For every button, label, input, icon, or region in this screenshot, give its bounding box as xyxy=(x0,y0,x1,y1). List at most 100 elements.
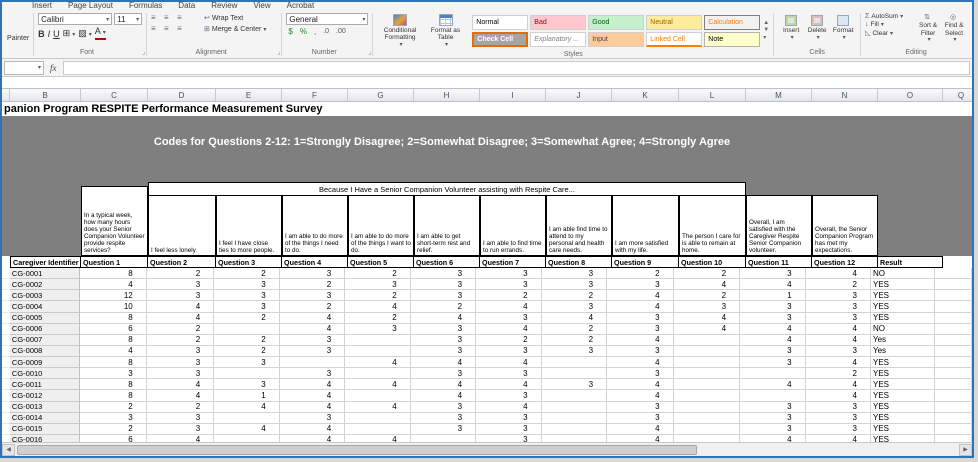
trailing-cell[interactable] xyxy=(935,413,972,424)
value-cell[interactable]: 3 xyxy=(607,346,673,357)
bold-button[interactable]: B xyxy=(38,29,45,39)
value-cell[interactable]: 4 xyxy=(607,335,673,346)
gallery-up-icon[interactable]: ▲ xyxy=(763,20,769,26)
result-cell[interactable]: YES xyxy=(871,379,935,390)
value-cell[interactable]: 3 xyxy=(806,413,871,424)
value-cell[interactable]: 3 xyxy=(740,313,805,324)
value-cell[interactable]: 3 xyxy=(740,413,805,424)
value-cell[interactable] xyxy=(674,435,740,442)
column-header-B[interactable]: B xyxy=(10,89,81,101)
value-cell[interactable]: 4 xyxy=(280,379,345,390)
value-cell[interactable]: 2 xyxy=(476,290,541,301)
value-cell[interactable]: 1 xyxy=(214,390,279,401)
value-cell[interactable] xyxy=(674,335,740,346)
value-cell[interactable]: 4 xyxy=(740,335,805,346)
decrease-decimal-icon[interactable]: .00 xyxy=(334,28,348,35)
value-cell[interactable] xyxy=(740,368,805,379)
question-description-cell-10[interactable]: The person I care for is able to remain … xyxy=(679,195,746,256)
value-cell[interactable]: 2 xyxy=(280,301,345,312)
value-cell[interactable] xyxy=(345,346,410,357)
value-cell[interactable]: 4 xyxy=(345,379,410,390)
question-description-cell-11[interactable]: Overall, I am satisfied with the Caregiv… xyxy=(746,195,812,256)
value-cell[interactable]: 4 xyxy=(147,301,214,312)
value-cell[interactable] xyxy=(214,368,279,379)
trailing-cell[interactable] xyxy=(935,335,972,346)
value-cell[interactable]: 4 xyxy=(607,290,673,301)
value-cell[interactable]: 4 xyxy=(740,435,805,442)
question-description-cell-3[interactable]: I feel I have close ties to more people. xyxy=(216,195,282,256)
column-header-E[interactable]: E xyxy=(216,89,282,101)
horizontal-scrollbar[interactable]: ◀ ▶ xyxy=(2,442,972,456)
trailing-cell[interactable] xyxy=(935,379,972,390)
value-cell[interactable]: 3 xyxy=(740,357,805,368)
value-cell[interactable]: 4 xyxy=(476,379,541,390)
caregiver-id-cell[interactable]: CG-0011 xyxy=(10,379,80,390)
trailing-cell[interactable] xyxy=(935,424,972,435)
percent-format-button[interactable]: % xyxy=(298,27,309,36)
value-cell[interactable]: 4 xyxy=(806,335,871,346)
question-description-cell-1[interactable]: In a typical week, how many hours does y… xyxy=(81,186,148,256)
value-cell[interactable] xyxy=(345,424,410,435)
value-cell[interactable] xyxy=(345,413,410,424)
value-cell[interactable]: 2 xyxy=(147,268,214,279)
value-cell[interactable]: 3 xyxy=(147,424,214,435)
value-cell[interactable]: 4 xyxy=(607,357,673,368)
trailing-cell[interactable] xyxy=(935,279,972,290)
trailing-cell[interactable] xyxy=(935,290,972,301)
caregiver-id-cell[interactable]: CG-0012 xyxy=(10,390,80,401)
value-cell[interactable]: 4 xyxy=(806,435,871,442)
value-cell[interactable] xyxy=(674,357,740,368)
value-cell[interactable]: 2 xyxy=(80,424,146,435)
value-cell[interactable]: 3 xyxy=(214,290,279,301)
table-header-0[interactable]: Caregiver Identifier xyxy=(10,256,81,268)
value-cell[interactable]: 10 xyxy=(80,301,146,312)
value-cell[interactable]: 2 xyxy=(280,279,345,290)
column-header-N[interactable]: N xyxy=(812,89,878,101)
value-cell[interactable]: 3 xyxy=(214,379,279,390)
caregiver-id-cell[interactable]: CG-0016 xyxy=(10,435,80,442)
trailing-cell[interactable] xyxy=(935,402,972,413)
scrollbar-track[interactable] xyxy=(15,444,959,456)
value-cell[interactable]: 3 xyxy=(806,290,871,301)
font-dialog-launcher-icon[interactable]: ⌟ xyxy=(142,47,145,58)
style-chip-checkcell[interactable]: Check Cell xyxy=(472,32,528,47)
table-header-6[interactable]: Question 6 xyxy=(414,256,480,268)
number-dialog-launcher-icon[interactable]: ⌟ xyxy=(368,47,371,58)
font-family-select[interactable]: Calibri ▾ xyxy=(38,13,112,25)
value-cell[interactable]: 4 xyxy=(607,424,673,435)
value-cell[interactable]: 4 xyxy=(740,324,805,335)
value-cell[interactable]: 3 xyxy=(542,379,607,390)
caregiver-id-cell[interactable]: CG-0005 xyxy=(10,313,80,324)
value-cell[interactable]: 3 xyxy=(476,435,541,442)
value-cell[interactable] xyxy=(542,435,607,442)
caregiver-id-cell[interactable]: CG-0008 xyxy=(10,346,80,357)
value-cell[interactable]: 8 xyxy=(80,357,146,368)
value-cell[interactable]: 4 xyxy=(345,435,410,442)
value-cell[interactable]: 3 xyxy=(476,346,541,357)
trailing-cell[interactable] xyxy=(935,346,972,357)
formula-input[interactable] xyxy=(63,61,971,75)
question-description-cell-4[interactable]: I am able to do more of the things I nee… xyxy=(282,195,348,256)
value-cell[interactable]: 2 xyxy=(806,368,871,379)
value-cell[interactable] xyxy=(674,402,740,413)
scrollbar-thumb[interactable] xyxy=(17,445,697,455)
value-cell[interactable]: 3 xyxy=(607,368,673,379)
align-right-icon[interactable]: ≡ xyxy=(177,24,187,33)
result-cell[interactable]: YES xyxy=(871,435,935,442)
value-cell[interactable]: 4 xyxy=(806,324,871,335)
value-cell[interactable]: 2 xyxy=(80,402,146,413)
value-cell[interactable]: 3 xyxy=(411,368,476,379)
value-cell[interactable]: 4 xyxy=(80,279,146,290)
align-bottom-icon[interactable]: ≡ xyxy=(177,13,187,22)
value-cell[interactable]: 3 xyxy=(476,279,541,290)
value-cell[interactable]: 2 xyxy=(542,324,607,335)
value-cell[interactable]: 6 xyxy=(80,324,146,335)
value-cell[interactable]: 2 xyxy=(214,346,279,357)
value-cell[interactable]: 3 xyxy=(411,335,476,346)
value-cell[interactable] xyxy=(345,368,410,379)
result-cell[interactable]: YES xyxy=(871,279,935,290)
ribbon-tab-data[interactable]: Data xyxy=(170,2,203,10)
gallery-down-icon[interactable]: ▼ xyxy=(763,27,769,33)
ribbon-tab-insert[interactable]: Insert xyxy=(24,2,60,10)
value-cell[interactable]: 2 xyxy=(345,268,410,279)
